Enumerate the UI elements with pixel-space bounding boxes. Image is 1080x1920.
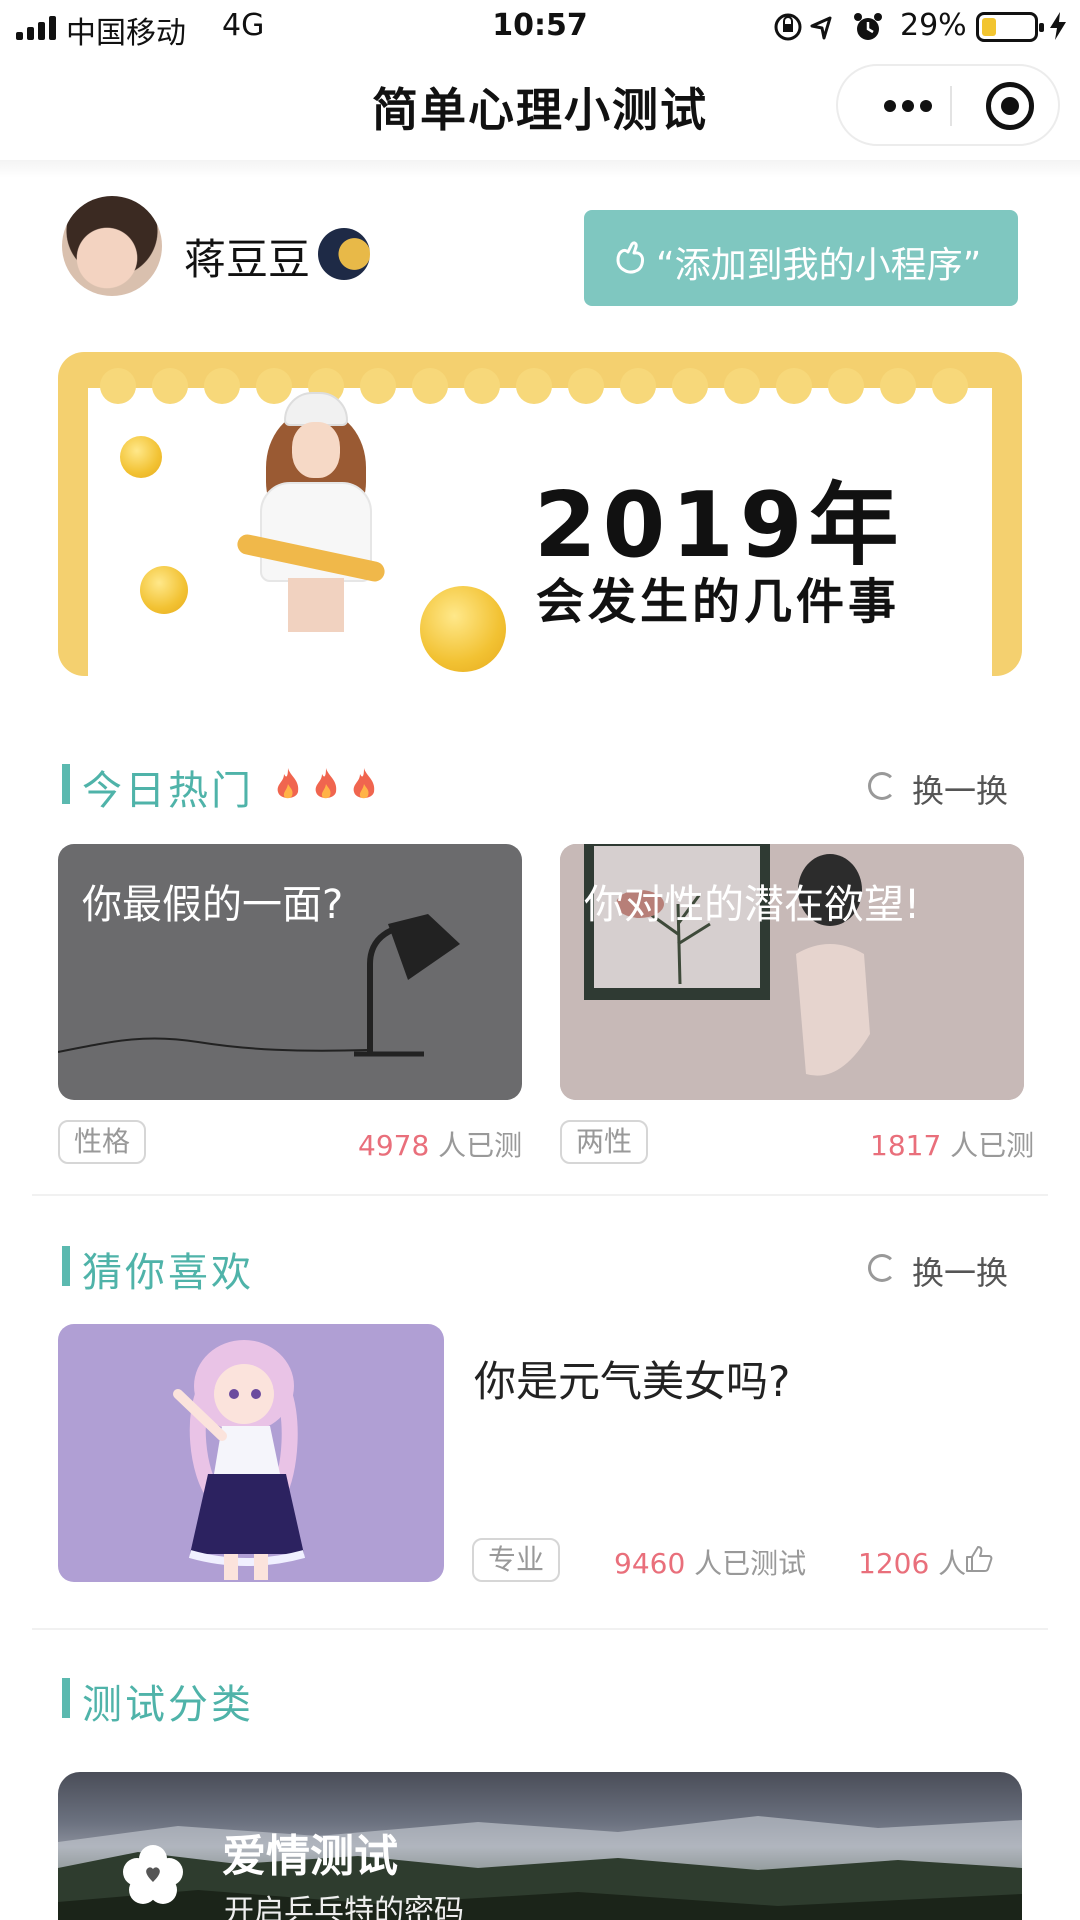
charging-icon <box>1050 12 1066 40</box>
add-button-label: “添加到我的小程序” <box>656 245 982 286</box>
refresh-icon <box>868 1254 896 1282</box>
hot-card-title: 你对性的潜在欲望! <box>584 882 921 928</box>
landscape-illustration <box>58 1816 1022 1920</box>
tested-count-number: 9460 <box>614 1547 686 1580</box>
promo-banner[interactable]: 2019年 会发生的几件事 <box>58 352 1022 676</box>
test-count-suffix: 人已测 <box>438 1129 523 1162</box>
fire-icon <box>277 768 299 799</box>
avatar[interactable] <box>62 196 162 296</box>
hand-icon <box>616 241 644 274</box>
user-name: 蒋豆豆 <box>184 235 311 284</box>
decor-ball <box>120 436 162 478</box>
test-count-number: 1817 <box>870 1129 942 1162</box>
category-tag: 专业 <box>472 1538 561 1582</box>
categories-section-title: 测试分类 <box>82 1682 254 1728</box>
decor-ball <box>140 566 188 614</box>
test-count-number: 4978 <box>358 1129 430 1162</box>
category-title: 爱情测试 <box>222 1831 398 1882</box>
refresh-label: 换一换 <box>912 772 1009 810</box>
tested-count-suffix: 人已测试 <box>694 1547 807 1580</box>
close-target-icon[interactable] <box>986 82 1034 130</box>
refresh-icon <box>868 772 896 800</box>
test-count: 1817 人已测 <box>870 1124 1034 1164</box>
like-count[interactable]: 1206 人 <box>858 1542 966 1582</box>
thumbs-up-icon[interactable] <box>964 1544 994 1574</box>
battery-icon <box>976 12 1044 42</box>
recommend-image[interactable] <box>58 1324 444 1582</box>
category-tag: 性格 <box>58 1120 147 1164</box>
location-icon <box>810 16 832 40</box>
hot-card-title: 你最假的一面? <box>82 882 344 928</box>
category-subtitle: 开启乒乓特的密码 <box>224 1894 464 1920</box>
hot-section-title: 今日热门 <box>82 768 254 814</box>
recommend-refresh-button[interactable]: 换一换 <box>868 1248 1009 1294</box>
hot-card[interactable]: 你对性的潜在欲望! <box>560 844 1024 1100</box>
test-count-suffix: 人已测 <box>950 1129 1035 1162</box>
orientation-lock-icon <box>774 13 802 41</box>
banner-subtitle: 会发生的几件事 <box>536 574 901 630</box>
hot-card[interactable]: 你最假的一面? <box>58 844 522 1100</box>
category-tag: 两性 <box>560 1120 649 1164</box>
capsule-menu <box>836 64 1060 146</box>
fire-icon <box>353 768 375 799</box>
hot-refresh-button[interactable]: 换一换 <box>868 766 1009 812</box>
like-count-number: 1206 <box>858 1547 930 1580</box>
section-accent <box>62 764 70 804</box>
moon-badge-icon <box>318 228 370 280</box>
section-divider <box>32 1194 1048 1196</box>
anime-girl-illustration <box>173 1340 306 1580</box>
tested-count: 9460 人已测试 <box>614 1542 806 1582</box>
like-count-suffix: 人 <box>938 1547 967 1580</box>
nav-divider <box>0 160 1080 178</box>
battery-fill <box>982 18 996 36</box>
test-count: 4978 人已测 <box>358 1124 522 1164</box>
battery-percent: 29% <box>900 8 967 43</box>
refresh-label: 换一换 <box>912 1254 1009 1292</box>
decor-ball <box>420 586 506 672</box>
fire-icon <box>315 768 337 799</box>
section-divider <box>32 1628 1048 1630</box>
flower-icon <box>123 1845 183 1904</box>
recommend-title[interactable]: 你是元气美女吗? <box>474 1348 790 1409</box>
add-to-my-miniprogram-button[interactable]: “添加到我的小程序” <box>584 210 1018 306</box>
recommend-section-title: 猜你喜欢 <box>82 1250 254 1296</box>
banner-model-image <box>235 392 396 632</box>
section-accent <box>62 1678 70 1718</box>
more-icon[interactable] <box>868 66 948 144</box>
category-card-love[interactable]: 爱情测试 开启乒乓特的密码 <box>58 1772 1022 1920</box>
status-bar: 中国移动 4G 10:57 29% <box>0 0 1080 54</box>
section-accent <box>62 1246 70 1286</box>
alarm-icon <box>854 13 882 40</box>
status-icons <box>774 13 882 41</box>
